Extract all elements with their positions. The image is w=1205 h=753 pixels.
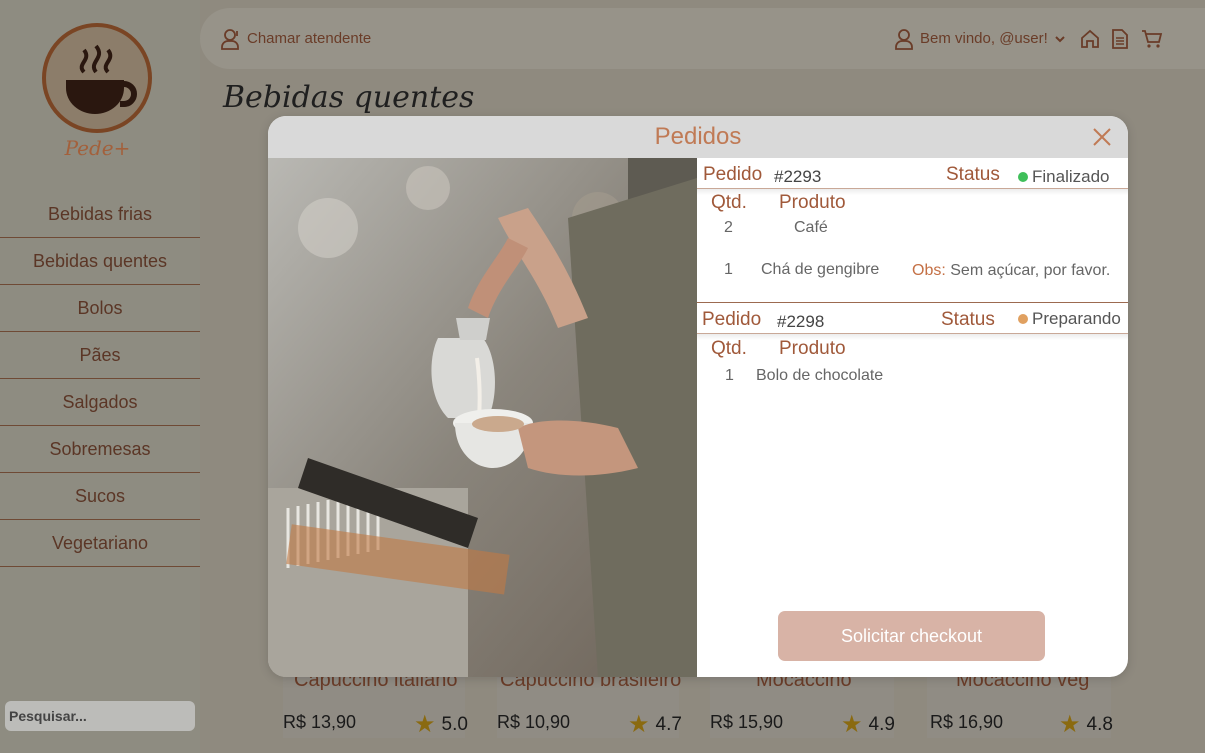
coffee-cup-logo-icon [42, 23, 152, 133]
modal-header: Pedidos [268, 116, 1128, 158]
product-header: Produto [779, 338, 846, 359]
status-dot-icon [1018, 172, 1028, 182]
star-icon: ★ [628, 711, 650, 738]
sidebar-item-bebidas-quentes[interactable]: Bebidas quentes [0, 238, 200, 285]
modal-title: Pedidos [654, 123, 742, 150]
qty-header: Qtd. [711, 338, 747, 359]
product-price: R$ 13,90 [283, 712, 357, 732]
order-label: Pedido [702, 309, 762, 330]
status-dot-icon [1018, 314, 1028, 324]
orders-button[interactable] [1111, 8, 1129, 69]
star-icon: ★ [1059, 711, 1081, 738]
divider [697, 189, 1128, 195]
close-icon[interactable] [1090, 125, 1114, 149]
product-price: R$ 16,90 [930, 712, 1004, 732]
qty-header: Qtd. [711, 192, 747, 213]
rating-value: 4.9 [868, 713, 895, 735]
user-menu[interactable]: Bem vindo, @user! [894, 8, 1066, 69]
rating-value: 4.7 [655, 713, 682, 735]
call-attendant-button[interactable]: Chamar atendente [221, 8, 371, 69]
order-label: Pedido [703, 164, 763, 185]
sidebar-item-bolos[interactable]: Bolos [0, 285, 200, 332]
sidebar-item-bebidas-frias[interactable]: Bebidas frias [0, 191, 200, 238]
sidebar-item-sucos[interactable]: Sucos [0, 473, 200, 520]
star-icon: ★ [841, 711, 863, 738]
product-rating: ★ 5.0 [414, 710, 468, 739]
rating-value: 4.8 [1086, 713, 1113, 735]
product-rating: ★ 4.8 [1059, 710, 1113, 739]
product-rating: ★ 4.7 [628, 710, 682, 739]
sidebar: Pede+ Bebidas frias Bebidas quentes Bolo… [0, 0, 200, 753]
divider [697, 334, 1128, 340]
order-number: #2293 [774, 167, 822, 186]
item-product: Café [794, 219, 828, 236]
item-product: Chá de gengibre [761, 261, 880, 278]
sidebar-item-sobremesas[interactable]: Sobremesas [0, 426, 200, 473]
product-header: Produto [779, 192, 846, 213]
obs-text: Sem açúcar, por favor. [950, 262, 1111, 279]
product-price: R$ 15,90 [710, 712, 784, 732]
product-rating: ★ 4.9 [841, 710, 895, 739]
search-input[interactable] [5, 701, 195, 731]
status-value: Finalizado [1032, 167, 1110, 186]
item-qty: 1 [724, 261, 733, 278]
item-qty: 2 [724, 219, 733, 236]
status-label: Status [941, 309, 995, 330]
rating-value: 5.0 [441, 713, 468, 735]
status-label: Status [946, 164, 1000, 185]
orders-modal: Pedidos Pedido #2293 Status Finalizado Q… [268, 116, 1128, 677]
status-badge: Preparando [1018, 309, 1121, 329]
product-price: R$ 10,90 [497, 712, 571, 732]
logo: Pede+ [40, 18, 155, 163]
status-value: Preparando [1032, 309, 1121, 328]
barista-image [268, 158, 697, 677]
sidebar-item-paes[interactable]: Pães [0, 332, 200, 379]
home-button[interactable] [1080, 8, 1100, 69]
page-title: Bebidas quentes [223, 80, 475, 115]
star-icon: ★ [414, 711, 436, 738]
cart-icon [1142, 29, 1163, 48]
user-icon [221, 28, 239, 50]
logo-text: Pede+ [64, 136, 131, 160]
barista-photo [268, 158, 697, 677]
sidebar-item-vegetariano[interactable]: Vegetariano [0, 520, 200, 567]
document-icon [1112, 28, 1128, 49]
order-number: #2298 [777, 312, 825, 331]
order-header: Pedido #2298 Status Preparando [697, 303, 1128, 334]
checkout-button[interactable]: Solicitar checkout [778, 611, 1045, 661]
welcome-text: Bem vindo, @user! [920, 30, 1048, 47]
item-note: Obs: Sem açúcar, por favor. [912, 262, 1110, 280]
category-nav: Bebidas frias Bebidas quentes Bolos Pães… [0, 191, 200, 567]
home-icon [1081, 29, 1099, 48]
call-attendant-label: Chamar atendente [247, 30, 372, 47]
top-bar: Chamar atendente Bem vindo, @user! [200, 8, 1205, 69]
orders-panel: Pedido #2293 Status Finalizado Qtd. Prod… [697, 158, 1128, 677]
item-qty: 1 [725, 367, 734, 384]
cart-button[interactable] [1141, 8, 1163, 69]
chevron-down-icon [1055, 35, 1065, 42]
order-header: Pedido #2293 Status Finalizado [697, 158, 1128, 189]
user-icon [895, 28, 913, 50]
status-badge: Finalizado [1018, 167, 1110, 187]
item-product: Bolo de chocolate [756, 367, 884, 384]
obs-label: Obs: [912, 262, 946, 279]
sidebar-item-salgados[interactable]: Salgados [0, 379, 200, 426]
